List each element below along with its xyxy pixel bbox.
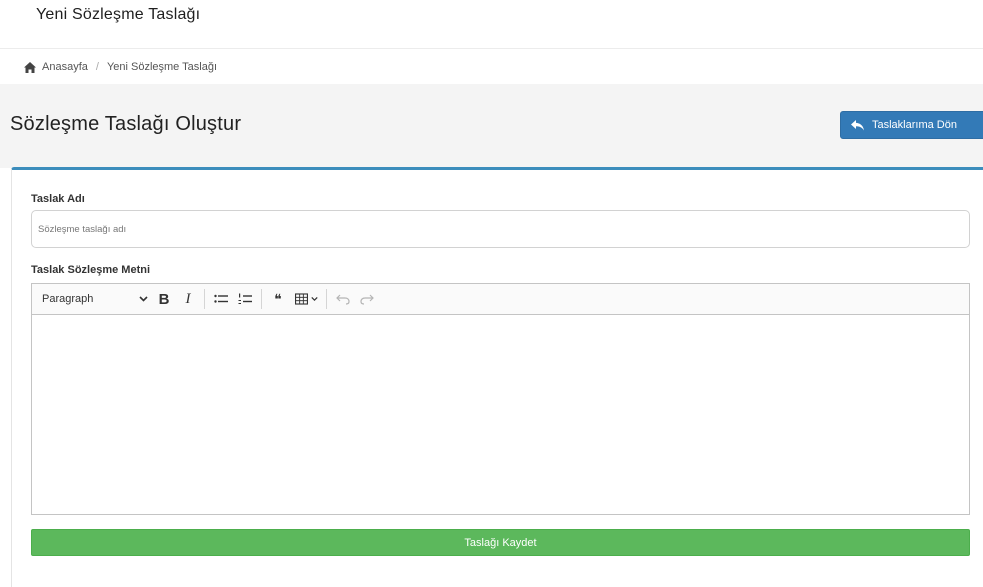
italic-icon[interactable]: I	[176, 288, 200, 310]
page-header: Sözleşme Taslağı Oluştur	[0, 84, 983, 168]
rich-text-editor[interactable]	[31, 315, 970, 515]
back-to-drafts-button[interactable]: Taslaklarıma Dön	[840, 111, 983, 139]
draft-name-input[interactable]	[31, 210, 970, 248]
breadcrumb-current: Yeni Sözleşme Taslağı	[106, 61, 218, 73]
toolbar-divider	[261, 289, 262, 309]
page-title: Sözleşme Taslağı Oluştur	[10, 113, 242, 135]
chevron-down-icon	[139, 296, 148, 302]
table-icon[interactable]	[290, 288, 322, 310]
bulleted-list-icon[interactable]	[209, 288, 233, 310]
toolbar-divider	[204, 289, 205, 309]
breadcrumb-separator: /	[95, 61, 99, 73]
breadcrumb: Anasayfa / Yeni Sözleşme Taslağı	[0, 50, 983, 84]
chevron-down-icon	[310, 297, 318, 302]
blockquote-icon[interactable]: ❝	[266, 288, 290, 310]
page-heading: Yeni Sözleşme Taslağı	[36, 6, 201, 23]
editor-toolbar: Paragraph B I ❝	[31, 283, 970, 315]
save-draft-label: Taslağı Kaydet	[464, 536, 537, 549]
save-draft-button[interactable]: Taslağı Kaydet	[31, 529, 970, 556]
draft-text-label: Taslak Sözleşme Metni	[31, 264, 151, 276]
paragraph-format-dropdown[interactable]: Paragraph	[42, 293, 152, 305]
numbered-list-icon[interactable]	[233, 288, 257, 310]
paragraph-format-value: Paragraph	[42, 293, 94, 305]
top-navbar: Yeni Sözleşme Taslağı	[0, 0, 983, 49]
toolbar-divider	[326, 289, 327, 309]
reply-icon	[851, 119, 864, 130]
redo-icon[interactable]	[355, 288, 379, 310]
home-icon	[24, 61, 36, 73]
bold-icon[interactable]: B	[152, 288, 176, 310]
back-to-drafts-label: Taslaklarıma Dön	[872, 119, 957, 131]
draft-name-label: Taslak Adı	[31, 193, 85, 205]
undo-icon[interactable]	[331, 288, 355, 310]
breadcrumb-home-link[interactable]: Anasayfa	[42, 61, 88, 73]
